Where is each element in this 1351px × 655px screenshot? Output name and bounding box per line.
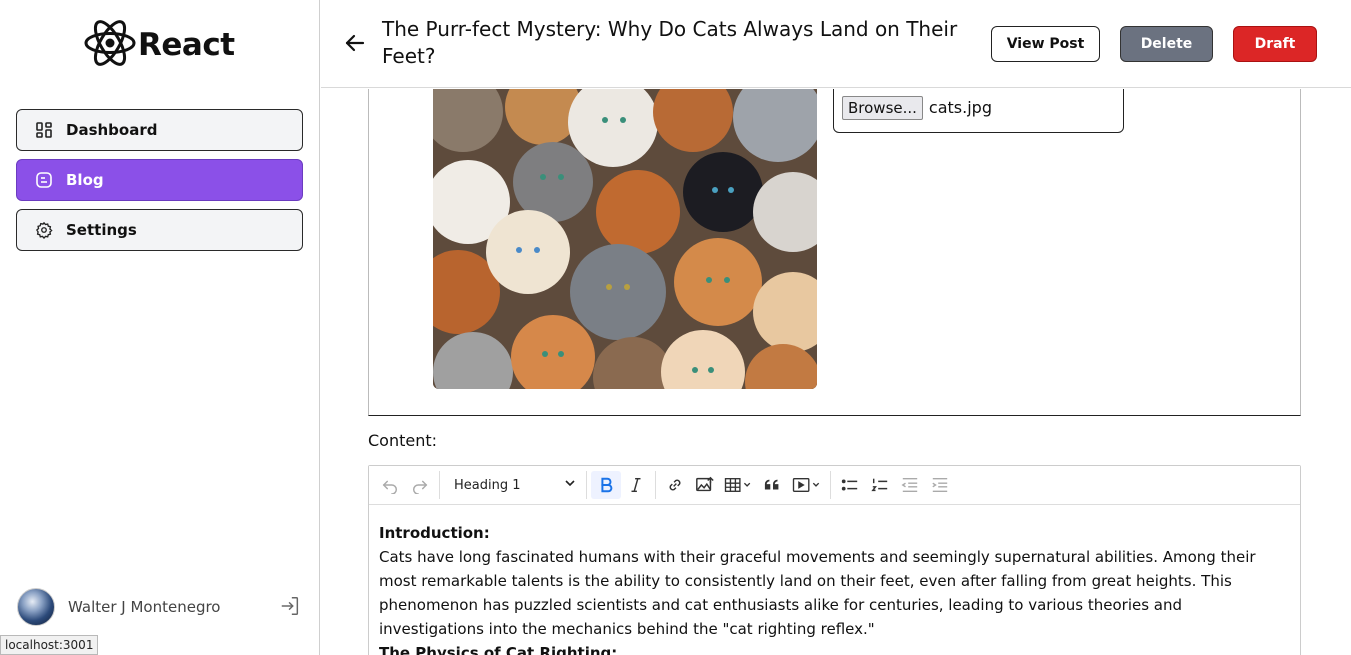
sidebar-item-label: Dashboard <box>66 121 158 139</box>
indent-icon[interactable] <box>925 471 955 499</box>
file-upload-field[interactable]: Browse... cats.jpg <box>833 89 1124 133</box>
content-label: Content: <box>368 431 438 450</box>
user-profile: Walter J Montenegro <box>17 587 303 627</box>
heading-select[interactable]: Heading 1 <box>444 471 582 499</box>
redo-icon[interactable] <box>405 471 435 499</box>
cover-image-section: Browse... cats.jpg <box>368 89 1301 416</box>
numbered-list-icon[interactable] <box>865 471 895 499</box>
react-atom-icon <box>83 18 137 72</box>
toolbar-separator <box>439 471 440 499</box>
sidebar-item-label: Blog <box>66 171 104 189</box>
sidebar-item-blog[interactable]: Blog <box>16 159 303 201</box>
status-url-tooltip: localhost:3001 <box>0 635 99 655</box>
view-post-button[interactable]: View Post <box>991 26 1100 62</box>
blockquote-icon[interactable] <box>758 471 788 499</box>
outdent-icon[interactable] <box>895 471 925 499</box>
avatar[interactable] <box>17 588 55 626</box>
user-name: Walter J Montenegro <box>68 598 221 616</box>
brand-name: React <box>138 27 235 63</box>
italic-icon[interactable] <box>621 471 651 499</box>
editor-content[interactable]: Introduction: Cats have long fascinated … <box>369 505 1300 655</box>
toolbar-separator <box>586 471 587 499</box>
table-icon[interactable] <box>720 471 758 499</box>
rich-text-editor[interactable]: Heading 1 Introduction: Cats have long f… <box>368 465 1301 655</box>
file-name: cats.jpg <box>928 98 992 117</box>
sidebar: React Dashboard Blog Settings Walter J M… <box>0 0 320 655</box>
blog-document-icon <box>34 170 54 190</box>
logout-icon[interactable] <box>279 595 301 617</box>
page-header: The Purr-fect Mystery: Why Do Cats Alway… <box>321 0 1351 88</box>
undo-icon[interactable] <box>375 471 405 499</box>
editor-main: Browse... cats.jpg Content: Heading 1 In… <box>321 89 1351 655</box>
section-heading: The Physics of Cat Righting: <box>379 644 618 655</box>
arrow-left-icon[interactable] <box>343 31 367 55</box>
sidebar-item-dashboard[interactable]: Dashboard <box>16 109 303 151</box>
dashboard-grid-icon <box>34 120 54 140</box>
gear-icon <box>34 220 54 240</box>
browse-button[interactable]: Browse... <box>842 95 923 120</box>
media-embed-icon[interactable] <box>788 471 826 499</box>
chevron-down-icon <box>564 477 576 493</box>
toolbar-separator <box>655 471 656 499</box>
cover-image <box>433 89 817 389</box>
insert-image-icon[interactable] <box>690 471 720 499</box>
sidebar-item-settings[interactable]: Settings <box>16 209 303 251</box>
sidebar-item-label: Settings <box>66 221 137 239</box>
post-title: The Purr-fect Mystery: Why Do Cats Alway… <box>382 17 958 68</box>
toolbar-separator <box>830 471 831 499</box>
bulleted-list-icon[interactable] <box>835 471 865 499</box>
sidebar-nav: Dashboard Blog Settings <box>16 109 303 259</box>
heading-select-value: Heading 1 <box>454 477 521 493</box>
link-icon[interactable] <box>660 471 690 499</box>
intro-heading: Introduction: <box>379 524 490 542</box>
draft-button[interactable]: Draft <box>1233 26 1317 62</box>
bold-icon[interactable] <box>591 471 621 499</box>
brand-logo[interactable]: React <box>83 20 235 70</box>
intro-paragraph: Cats have long fascinated humans with th… <box>379 548 1256 638</box>
delete-button[interactable]: Delete <box>1120 26 1213 62</box>
editor-toolbar: Heading 1 <box>369 466 1300 505</box>
